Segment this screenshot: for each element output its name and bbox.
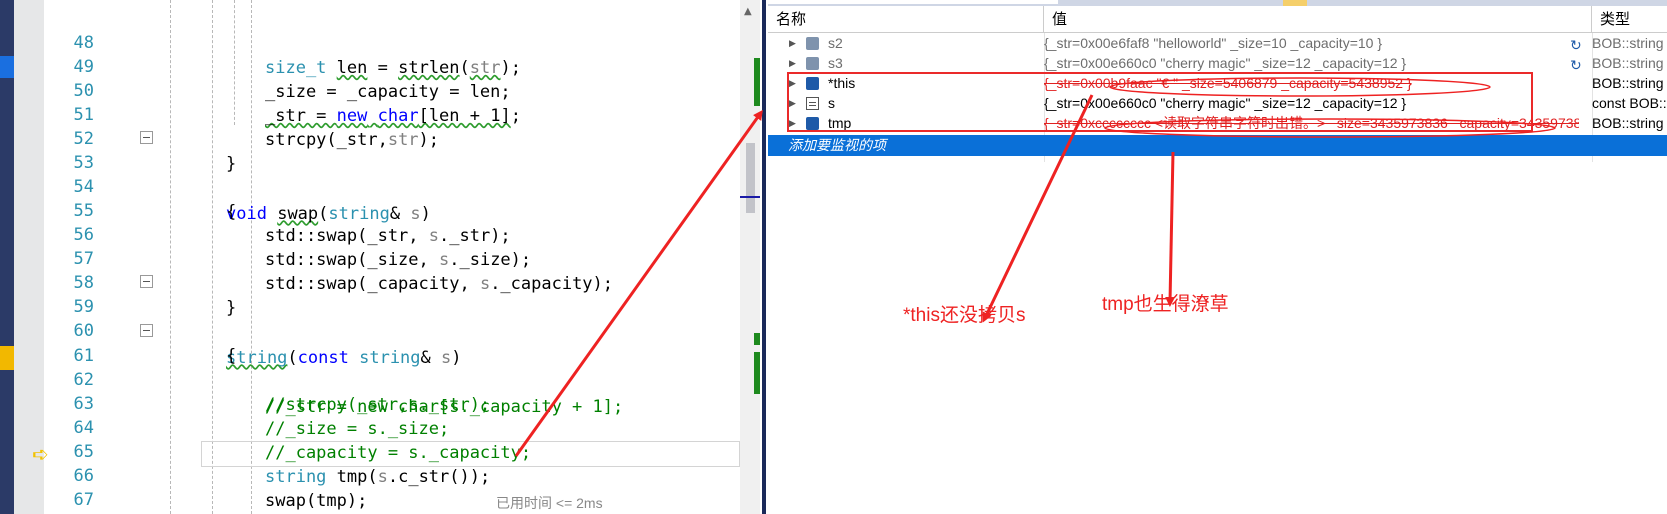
pane-splitter[interactable] [762,0,766,514]
caret-position-marker [740,196,760,198]
watch-type: BOB::string [1592,115,1664,131]
code-line[interactable]: 66 swap(tmp); [44,438,752,512]
code-line[interactable]: 59 string(const string& s) [44,269,752,368]
scroll-up-icon[interactable]: ▲ [744,6,752,17]
code-line[interactable]: 57 std::swap(_capacity, s._capacity); [44,221,752,295]
watch-tab[interactable] [768,0,1058,4]
code-editor[interactable]: ➪ 48 size_t len = strlen(str); 49 _size … [0,0,766,514]
collapse-toggle[interactable] [140,131,153,144]
change-marker [754,352,760,394]
collapse-toggle[interactable] [140,324,153,337]
annotation-tmp-note: tmp也生得潦草 [1102,294,1229,315]
line-number: 67 [73,489,94,510]
code-lines[interactable]: 48 size_t len = strlen(str); 49 _size = … [44,0,766,514]
editor-scrollbar[interactable]: ▲ [740,0,760,514]
change-marker [754,58,760,106]
annotation-box [787,72,1533,132]
collapse-toggle[interactable] [140,275,153,288]
watch-name[interactable]: s3 [828,53,843,74]
breakpoint-marker [0,346,14,370]
code-line[interactable]: 61 //_str = new char[s._capacity + 1]; [44,318,752,417]
variable-icon [806,57,819,70]
watch-type: BOB::string [1592,75,1664,91]
watch-name[interactable]: s2 [828,33,843,54]
variable-icon [806,37,819,50]
perf-tip: 已用时间 <= 2ms [496,494,603,511]
scrollbar-thumb[interactable] [746,143,755,213]
watch-type: BOB::string [1592,55,1664,71]
code-line[interactable]: 50 _str = new char[len + 1]; [44,53,752,127]
code-line[interactable]: 52 } [44,101,752,175]
code-line[interactable]: 53 void swap(string& s) [44,125,752,224]
code-line[interactable]: 62 //strcpy(_str,s._str); [44,342,752,416]
code-line[interactable]: 64 //_capacity = s._capacity; [44,390,752,464]
watch-type: BOB::string [1592,35,1664,51]
code-text: swap(tmp); [265,491,368,512]
watch-window[interactable]: 名称 值 类型 ▶ s2 {_str=0x00e6faf8 "helloworl… [768,0,1667,514]
editor-left-strip [0,0,14,514]
code-line[interactable]: 56 std::swap(_size, s._size); [44,197,752,271]
code-line[interactable]: 54 { [44,149,752,223]
code-line[interactable]: 67 } [44,462,752,510]
bookmark-marker [0,56,14,78]
watch-column-headers: 名称 值 类型 [768,6,1667,33]
code-line[interactable]: 55 std::swap(_str, s._str); [44,173,752,247]
watch-row-s3[interactable]: ▶ s3 {_str=0x00e660c0 "cherry magic" _si… [768,53,1667,74]
code-line[interactable]: 49 _size = _capacity = len; [44,29,752,103]
add-watch-item-row[interactable]: 添加要监视的项 [768,135,1667,156]
glyph-margin[interactable]: ➪ [14,0,49,514]
code-line[interactable]: 48 size_t len = strlen(str); [44,5,752,79]
code-line[interactable]: 63 //_size = s._size; [44,366,752,440]
watch-type: const BOB::string [1592,95,1667,111]
watch-value[interactable]: {_str=0x00e6faf8 "helloworld" _size=10 _… [1044,33,1579,54]
header-name[interactable]: 名称 [768,6,1044,33]
code-line[interactable]: 60 { [44,293,752,367]
change-marker [754,333,760,345]
header-type[interactable]: 类型 [1592,6,1667,33]
watch-value[interactable]: {_str=0x00e660c0 "cherry magic" _size=12… [1044,53,1579,74]
expand-arrow-icon[interactable]: ▶ [789,53,796,74]
expand-arrow-icon[interactable]: ▶ [789,33,796,54]
code-line[interactable]: 51 strcpy(_str,str); [44,77,752,151]
add-watch-placeholder[interactable]: 添加要监视的项 [788,135,886,156]
annotation-this-note: *this还没拷贝s [903,305,1026,326]
header-value[interactable]: 值 [1044,6,1592,33]
watch-row-s2[interactable]: ▶ s2 {_str=0x00e6faf8 "helloworld" _size… [768,33,1667,54]
code-line-current[interactable]: 65 string tmp(s.c_str()); 已用时间 <= 2ms [44,414,752,511]
code-line[interactable]: 58 } [44,245,752,319]
